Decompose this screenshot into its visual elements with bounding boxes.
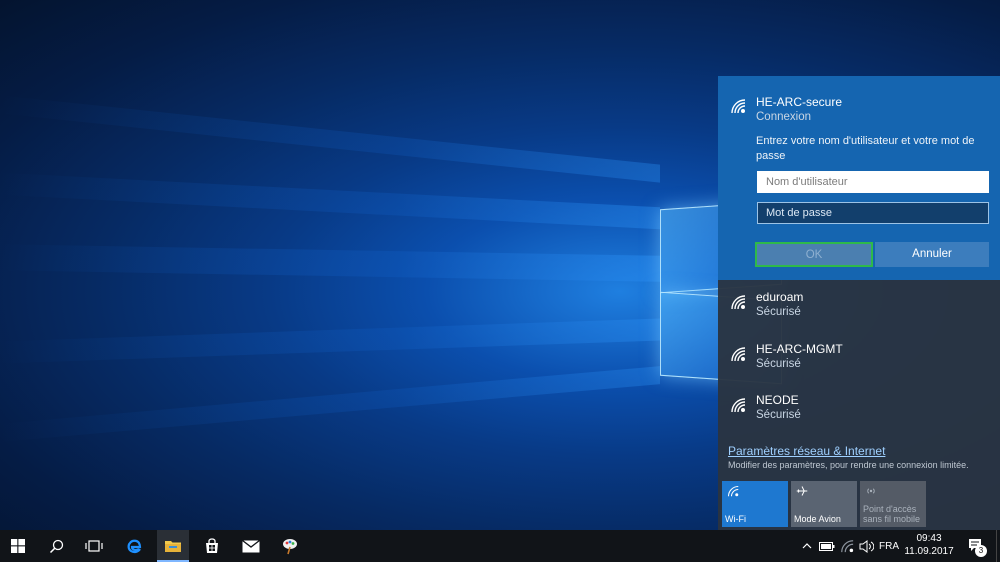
wallpaper-light-beam bbox=[0, 95, 660, 183]
mail-icon bbox=[242, 539, 260, 552]
airplane-tile-label: Mode Avion bbox=[794, 514, 841, 524]
network-name: eduroam bbox=[756, 290, 804, 304]
network-status: Sécurisé bbox=[756, 306, 801, 318]
password-field[interactable] bbox=[757, 202, 989, 224]
notification-count-badge: 3 bbox=[975, 545, 987, 557]
battery-icon bbox=[819, 541, 835, 551]
username-field[interactable] bbox=[757, 171, 989, 193]
wallpaper-light-beam bbox=[0, 244, 660, 282]
wallpaper-light-beam bbox=[0, 172, 660, 230]
task-view-icon bbox=[85, 540, 103, 552]
airplane-mode-tile[interactable]: Mode Avion bbox=[791, 481, 857, 527]
search-icon bbox=[49, 539, 63, 553]
network-list-item[interactable]: NEODE Sécurisé bbox=[718, 387, 1000, 437]
wifi-tile-label: Wi-Fi bbox=[725, 514, 746, 524]
store-button[interactable] bbox=[198, 530, 226, 562]
mail-button[interactable] bbox=[237, 530, 265, 562]
task-view-button[interactable] bbox=[80, 530, 108, 562]
cancel-button[interactable]: Annuler bbox=[875, 242, 989, 267]
active-network-panel: HE-ARC-secure Connexion Entrez votre nom… bbox=[718, 76, 1000, 280]
wifi-toggle-tile[interactable]: Wi-Fi bbox=[722, 481, 788, 527]
search-button[interactable] bbox=[42, 530, 70, 562]
network-settings-description: Modifier des paramètres, pour rendre une… bbox=[728, 460, 969, 470]
show-desktop-button[interactable] bbox=[996, 530, 1000, 562]
wifi-icon bbox=[727, 485, 739, 497]
network-status: Sécurisé bbox=[756, 409, 801, 421]
clock[interactable]: 09:43 11.09.2017 bbox=[902, 533, 956, 557]
wallpaper-light-beam bbox=[0, 366, 660, 442]
network-status: Sécurisé bbox=[756, 358, 801, 370]
active-network-name: HE-ARC-secure bbox=[756, 95, 843, 109]
battery-tray-button[interactable] bbox=[818, 530, 836, 562]
wifi-disconnected-icon bbox=[841, 540, 854, 553]
hotspot-icon bbox=[867, 488, 875, 494]
store-icon bbox=[206, 538, 218, 553]
network-settings-link[interactable]: Paramètres réseau & Internet bbox=[728, 444, 885, 458]
edge-browser-button[interactable] bbox=[120, 530, 148, 562]
chevron-up-icon bbox=[802, 543, 812, 549]
wifi-icon bbox=[731, 295, 746, 310]
paint-icon bbox=[283, 539, 297, 555]
start-button[interactable] bbox=[4, 530, 32, 562]
clock-date: 11.09.2017 bbox=[904, 546, 954, 557]
network-flyout: HE-ARC-secure Connexion Entrez votre nom… bbox=[718, 76, 1000, 530]
taskbar: FRA 09:43 11.09.2017 3 bbox=[0, 530, 1000, 562]
hotspot-tile-label: Point d'accès sans fil mobile bbox=[863, 504, 920, 524]
speaker-icon bbox=[859, 539, 874, 553]
network-tray-button[interactable] bbox=[838, 530, 856, 562]
credentials-prompt: Entrez votre nom d'utilisateur et votre … bbox=[756, 135, 975, 162]
windows-start-icon bbox=[11, 539, 25, 553]
file-explorer-button[interactable] bbox=[157, 530, 189, 562]
airplane-icon bbox=[796, 486, 808, 496]
wifi-icon bbox=[731, 99, 746, 114]
show-hidden-icons-button[interactable] bbox=[800, 530, 814, 562]
network-name: HE-ARC-MGMT bbox=[756, 342, 843, 356]
wifi-icon bbox=[731, 398, 746, 413]
wallpaper-light-beam bbox=[0, 318, 660, 364]
mobile-hotspot-tile[interactable]: Point d'accès sans fil mobile bbox=[860, 481, 926, 527]
network-list-item[interactable]: HE-ARC-MGMT Sécurisé bbox=[718, 336, 1000, 386]
action-center-button[interactable]: 3 bbox=[962, 530, 990, 562]
input-language-indicator[interactable]: FRA bbox=[879, 541, 899, 552]
wifi-icon bbox=[731, 347, 746, 362]
edge-icon bbox=[127, 539, 142, 554]
clock-time: 09:43 bbox=[916, 533, 942, 544]
active-network-status: Connexion bbox=[756, 111, 811, 123]
hotspot-label-line2: sans fil mobile bbox=[863, 514, 921, 524]
hotspot-label-line1: Point d'accès bbox=[863, 504, 917, 514]
network-list-item[interactable]: eduroam Sécurisé bbox=[718, 284, 1000, 334]
ok-button[interactable]: OK bbox=[755, 242, 873, 267]
volume-tray-button[interactable] bbox=[857, 530, 875, 562]
paint-button[interactable] bbox=[276, 530, 304, 562]
network-name: NEODE bbox=[756, 393, 799, 407]
file-explorer-icon bbox=[165, 540, 181, 552]
